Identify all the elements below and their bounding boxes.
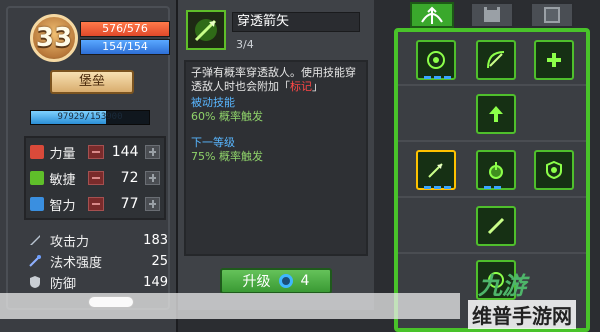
- tree-divider: [398, 140, 586, 142]
- skill-detail-panel: 穿透箭矢 3/4 子弹有概率穿透敌人。使用技能穿透敌人时也会附加「标记」 被动技…: [178, 0, 374, 310]
- skill-description-box: 子弹有概率穿透敌人。使用技能穿透敌人时也会附加「标记」 被动技能 60% 概率触…: [184, 60, 368, 256]
- stat-name: 力量: [49, 146, 76, 162]
- strength-minus-button[interactable]: [88, 145, 104, 159]
- intelligence-icon: [30, 197, 44, 211]
- agility-plus-button[interactable]: [144, 171, 160, 185]
- upgrade-cost: 4: [300, 273, 310, 289]
- mp-bar: 154/154: [80, 39, 170, 55]
- stat-value: 144: [111, 144, 139, 160]
- agility-minus-button[interactable]: [88, 171, 104, 185]
- fortress-tab[interactable]: [470, 2, 514, 28]
- bottom-overlay: [0, 293, 460, 319]
- xp-bar: 97929/153900: [30, 110, 150, 125]
- tree-divider: [398, 196, 586, 198]
- stat-value: 77: [120, 196, 139, 212]
- intelligence-minus-button[interactable]: [88, 197, 104, 211]
- stat-row-strength: 力量 144: [30, 140, 160, 164]
- turret-icon: [489, 162, 503, 179]
- skill-node-piercing-arrow[interactable]: [416, 150, 456, 190]
- upgrade-button[interactable]: 升级 4: [220, 268, 332, 294]
- bullseye-icon: [427, 51, 445, 69]
- stat-value: 72: [120, 170, 139, 186]
- skill-node-arrow-up[interactable]: [476, 94, 516, 134]
- radar-icon: [487, 51, 505, 69]
- shield-icon: [30, 276, 40, 288]
- book-icon: [544, 7, 560, 23]
- upgrade-label: 升级: [242, 274, 271, 290]
- passive-value: 60% 概率触发: [191, 110, 263, 123]
- attribute-row-defense: 防御 149: [28, 272, 168, 292]
- watermark-text: 维普手游网: [468, 300, 576, 329]
- skill-point-icon: [278, 274, 293, 288]
- piercing-arrow-icon: [186, 10, 226, 50]
- mark-keyword-link[interactable]: 标记: [290, 80, 312, 93]
- tree-divider: [398, 84, 586, 86]
- character-panel: 33 576/576 154/154 堡垒 97929/153900 力量 14…: [0, 0, 178, 332]
- wand-icon: [29, 255, 41, 267]
- attribute-value: 25: [151, 253, 168, 269]
- skill-title: 穿透箭矢: [232, 12, 360, 32]
- stat-row-agility: 敏捷 72: [30, 166, 160, 190]
- shield-icon: [546, 160, 562, 180]
- mp-text: 154/154: [102, 40, 148, 53]
- next-level-title: 下一等级: [191, 136, 235, 149]
- skill-description: 子弹有概率穿透敌人。使用技能穿透敌人时也会附加「标记」: [191, 66, 361, 94]
- skill-node-shield[interactable]: [534, 150, 574, 190]
- level-value: 33: [35, 23, 73, 53]
- attribute-value: 183: [143, 232, 168, 248]
- description-text: 子弹有概率穿透敌人。使用技能穿透敌人时也会附加「: [191, 66, 356, 93]
- tree-divider: [398, 252, 586, 254]
- level-badge: 33: [30, 14, 78, 62]
- fortress-button[interactable]: 堡垒: [50, 70, 134, 94]
- stat-name: 敏捷: [49, 172, 76, 188]
- castle-icon: [484, 7, 500, 22]
- strength-icon: [30, 145, 44, 159]
- plus-icon: [547, 53, 561, 67]
- intelligence-plus-button[interactable]: [144, 197, 160, 211]
- stat-row-intelligence: 智力 77: [30, 192, 160, 216]
- skill-node-dash[interactable]: [476, 206, 516, 246]
- bow-icon: [421, 6, 443, 24]
- attribute-name: 攻击力: [50, 234, 90, 250]
- stat-box: 力量 144 敏捷 72 智力 77: [24, 136, 166, 220]
- sword-icon: [30, 235, 40, 245]
- attribute-row-spell-power: 法术强度 25: [28, 251, 168, 271]
- next-level-value: 75% 概率触发: [191, 150, 263, 163]
- skill-node-radar[interactable]: [476, 40, 516, 80]
- attribute-value: 149: [143, 274, 168, 290]
- arrow-up-icon: [489, 106, 503, 122]
- drag-handle[interactable]: [88, 296, 134, 308]
- watermark-logo: 九游: [478, 272, 526, 300]
- agility-icon: [30, 171, 44, 185]
- bow-tab[interactable]: [410, 2, 454, 28]
- fortress-button-label: 堡垒: [78, 74, 105, 89]
- skill-level: 3/4: [236, 38, 254, 51]
- attribute-name: 法术强度: [50, 255, 103, 271]
- hp-bar: 576/576: [80, 21, 170, 37]
- attribute-row-attack: 攻击力 183: [28, 230, 168, 250]
- dash-icon: [487, 217, 505, 235]
- stat-name: 智力: [49, 198, 76, 214]
- xp-text: 97929/153900: [57, 112, 123, 122]
- skill-node-heal[interactable]: [534, 40, 574, 80]
- skill-node-turret[interactable]: [476, 150, 516, 190]
- passive-title: 被动技能: [191, 96, 235, 109]
- strength-plus-button[interactable]: [144, 145, 160, 159]
- skill-node-bullseye[interactable]: [416, 40, 456, 80]
- book-tab[interactable]: [530, 2, 574, 28]
- attribute-name: 防御: [50, 276, 77, 292]
- piercing-arrow-icon: [428, 163, 443, 178]
- description-text-end: 」: [312, 80, 323, 93]
- hp-text: 576/576: [102, 22, 148, 35]
